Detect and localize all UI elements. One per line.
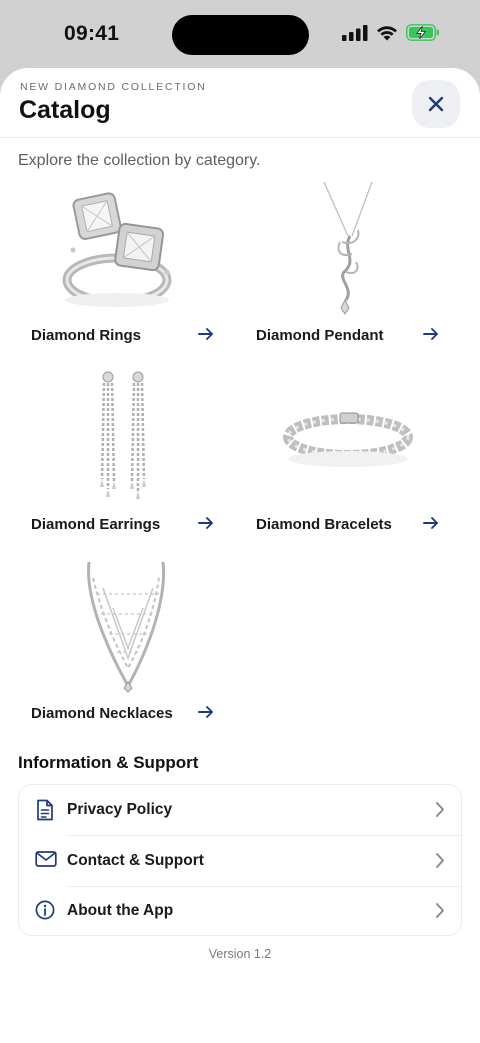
cellular-signal-icon (342, 24, 368, 41)
category-card-rings[interactable]: Diamond Rings (17, 180, 217, 355)
page-title: Catalog (19, 96, 111, 124)
info-icon (35, 900, 55, 920)
catalog-subtitle: Explore the collection by category. (18, 152, 261, 169)
arrow-right-icon (198, 328, 213, 340)
arrow-right-icon (423, 517, 438, 529)
sheet-header: NEW DIAMOND COLLECTION Catalog (0, 68, 480, 138)
arrow-right-icon (423, 328, 438, 340)
close-button[interactable] (412, 80, 460, 128)
status-icons (342, 24, 440, 41)
document-icon (37, 799, 53, 821)
support-row-label: Privacy Policy (67, 801, 173, 818)
status-time: 09:41 (64, 22, 120, 45)
support-row-privacy-policy[interactable]: Privacy Policy (19, 785, 463, 835)
arrow-right-icon (198, 706, 213, 718)
necklace-image (87, 561, 166, 693)
chevron-right-icon (436, 853, 444, 868)
support-section-title: Information & Support (18, 753, 199, 772)
chevron-right-icon (436, 903, 444, 918)
category-label: Diamond Earrings (31, 516, 161, 533)
category-label: Diamond Necklaces (31, 705, 173, 722)
category-card-pendant[interactable]: Diamond Pendant (242, 180, 442, 355)
close-icon (428, 96, 444, 112)
earrings-image (100, 371, 146, 499)
category-label: Diamond Rings (31, 327, 142, 344)
collection-eyebrow: NEW DIAMOND COLLECTION (20, 81, 207, 93)
arrow-right-icon (198, 517, 213, 529)
support-row-about[interactable]: About the App (19, 886, 463, 936)
status-bar: 09:41 (0, 0, 480, 70)
category-card-bracelets[interactable]: Diamond Bracelets (242, 369, 442, 544)
category-label: Diamond Pendant (256, 327, 384, 344)
mail-icon (35, 851, 57, 867)
category-card-earrings[interactable]: Diamond Earrings (17, 369, 217, 544)
chevron-right-icon (436, 802, 444, 817)
ring-image (62, 192, 172, 307)
bracelet-image (283, 412, 413, 467)
dynamic-island (172, 15, 309, 55)
support-row-contact[interactable]: Contact & Support (19, 836, 463, 886)
app-version: Version 1.2 (208, 947, 272, 961)
pendant-image (323, 181, 373, 315)
category-card-necklaces[interactable]: Diamond Necklaces (17, 558, 217, 733)
support-row-label: Contact & Support (67, 852, 204, 869)
catalog-sheet: NEW DIAMOND COLLECTION Catalog Explore t… (0, 68, 480, 1043)
support-list: Privacy Policy Contact & Support About t… (18, 784, 462, 936)
battery-charging-icon (406, 24, 439, 41)
wifi-icon (377, 25, 397, 40)
support-row-label: About the App (67, 902, 174, 919)
category-label: Diamond Bracelets (256, 516, 392, 533)
